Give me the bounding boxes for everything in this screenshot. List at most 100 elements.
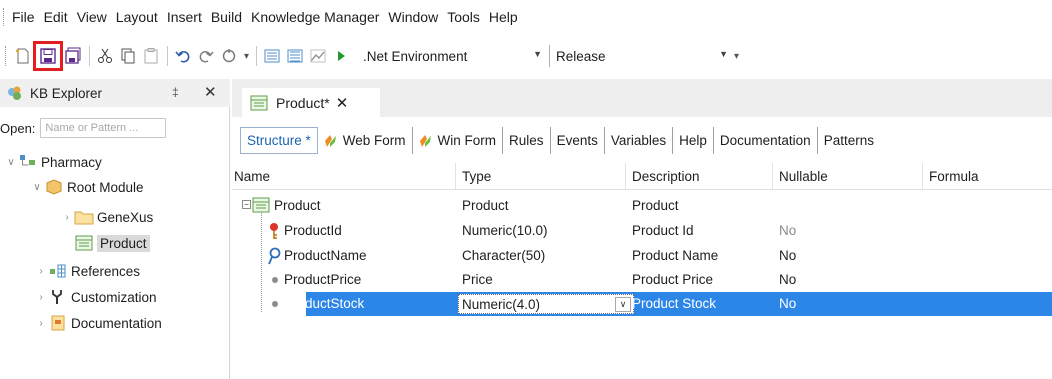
- menu-view[interactable]: View: [77, 9, 107, 25]
- open-row: Open: Name or Pattern ...: [0, 118, 167, 138]
- environment-select[interactable]: .Net Environment ▼: [357, 45, 546, 67]
- menu-tools[interactable]: Tools: [447, 9, 480, 25]
- table-row[interactable]: ProductId Numeric(10.0) Product Id No: [232, 219, 1052, 243]
- tree-item-genexus[interactable]: › GeneXus: [60, 206, 153, 228]
- tree-item-root-module[interactable]: ∨ Root Module: [30, 176, 144, 198]
- tab-label: Win Form: [437, 133, 497, 148]
- tab-web-form[interactable]: Web Form: [318, 127, 413, 154]
- tab-label: Web Form: [342, 133, 406, 148]
- row-name: Product: [274, 198, 321, 213]
- undo-icon[interactable]: [172, 45, 194, 67]
- column-header-formula[interactable]: Formula: [929, 169, 979, 184]
- row-type: Numeric(4.0): [462, 296, 541, 312]
- build-all-icon[interactable]: [284, 45, 306, 67]
- column-divider: [772, 163, 773, 190]
- row-type: Character(50): [462, 248, 546, 263]
- row-type: Price: [462, 272, 493, 287]
- menu-knowledge-manager[interactable]: Knowledge Manager: [251, 9, 379, 25]
- row-nullable: No: [779, 296, 797, 311]
- kb-root-icon: [18, 153, 38, 171]
- row-type: Numeric(10.0): [462, 223, 548, 238]
- tab-documentation[interactable]: Documentation: [714, 127, 818, 154]
- tree-item-product[interactable]: Product: [74, 232, 150, 254]
- row-description: Product Id: [632, 223, 694, 238]
- kb-explorer-title: KB Explorer: [30, 85, 103, 101]
- toolbar-separator: [256, 46, 258, 66]
- menu-file[interactable]: File: [12, 9, 35, 25]
- chevron-down-icon: ▼: [533, 49, 543, 59]
- menu-window[interactable]: Window: [388, 9, 438, 25]
- transaction-icon: [250, 95, 268, 111]
- type-combo-editor[interactable]: Numeric(4.0) ∨: [458, 294, 634, 314]
- tab-help[interactable]: Help: [673, 127, 714, 154]
- chevron-down-icon[interactable]: ∨: [4, 157, 18, 168]
- chevron-right-icon[interactable]: ›: [60, 212, 74, 223]
- tab-events[interactable]: Events: [551, 127, 605, 154]
- chevron-right-icon[interactable]: ›: [34, 318, 48, 329]
- save-all-icon[interactable]: [62, 45, 84, 67]
- menu-layout[interactable]: Layout: [116, 9, 158, 25]
- pin-icon[interactable]: ‡: [172, 85, 179, 99]
- primary-key-icon: [268, 222, 280, 240]
- tab-title: Product*: [276, 94, 330, 111]
- table-row[interactable]: − Product Product Product: [232, 194, 1052, 218]
- chevron-down-icon: ▼: [719, 49, 729, 59]
- tab-structure[interactable]: Structure *: [240, 127, 318, 154]
- row-name: ProductStock: [284, 296, 365, 311]
- tab-win-form[interactable]: Win Form: [413, 127, 504, 154]
- menu-edit[interactable]: Edit: [44, 9, 68, 25]
- configuration-select[interactable]: Release ▼: [549, 45, 732, 67]
- chevron-down-icon[interactable]: ∨: [615, 297, 631, 312]
- menu-grip: [3, 8, 6, 26]
- paste-icon[interactable]: [140, 45, 162, 67]
- part-tab-bar: Structure * Web Form Win Form Rules Even…: [240, 127, 880, 154]
- tree-label: GeneXus: [97, 209, 154, 225]
- tab-rules[interactable]: Rules: [503, 127, 551, 154]
- row-gap: [300, 292, 306, 316]
- redo-icon[interactable]: [195, 45, 217, 67]
- cut-icon[interactable]: [94, 45, 116, 67]
- menu-help[interactable]: Help: [489, 9, 518, 25]
- tab-variables[interactable]: Variables: [605, 127, 674, 154]
- collapse-icon[interactable]: −: [242, 200, 251, 209]
- menu-bar: File Edit View Layout Insert Build Knowl…: [0, 0, 1052, 34]
- tree-item-pharmacy[interactable]: ∨ Pharmacy: [4, 151, 102, 173]
- refresh-icon[interactable]: [218, 45, 240, 67]
- column-header-name[interactable]: Name: [234, 169, 270, 184]
- table-row[interactable]: ProductPrice Price Product Price No: [232, 268, 1052, 292]
- tree-label: Customization: [71, 289, 157, 305]
- save-icon[interactable]: [33, 41, 63, 71]
- tree-item-documentation[interactable]: › Documentation: [34, 312, 162, 334]
- tab-patterns[interactable]: Patterns: [818, 127, 880, 154]
- copy-icon[interactable]: [117, 45, 139, 67]
- menu-build[interactable]: Build: [211, 9, 242, 25]
- run-icon[interactable]: [330, 45, 352, 67]
- close-icon[interactable]: ✕: [336, 94, 349, 112]
- kb-explorer-icon: [6, 84, 24, 102]
- open-input[interactable]: Name or Pattern ...: [40, 118, 167, 138]
- tab-product[interactable]: Product* ✕: [242, 88, 380, 117]
- column-header-description[interactable]: Description: [632, 169, 700, 184]
- toolbar: ▾ .Net Environment ▼ Release ▼ ▾: [0, 41, 1052, 71]
- reorganize-icon[interactable]: [307, 45, 329, 67]
- column-header-type[interactable]: Type: [462, 169, 491, 184]
- toolbar-overflow-icon[interactable]: ▾: [734, 51, 739, 62]
- toolbar-overflow-icon[interactable]: ▾: [244, 51, 249, 62]
- tree-item-customization[interactable]: › Customization: [34, 286, 157, 308]
- menu-insert[interactable]: Insert: [167, 9, 202, 25]
- build-icon[interactable]: [261, 45, 283, 67]
- tree-item-references[interactable]: › References: [34, 260, 140, 282]
- genexus-form-icon: [419, 134, 433, 148]
- tree-label: Pharmacy: [41, 154, 102, 170]
- table-row[interactable]: ProductName Character(50) Product Name N…: [232, 244, 1052, 268]
- chevron-right-icon[interactable]: ›: [34, 292, 48, 303]
- column-header-nullable[interactable]: Nullable: [779, 169, 828, 184]
- configuration-value: Release: [556, 48, 606, 64]
- chevron-down-icon[interactable]: ∨: [30, 182, 44, 193]
- row-nullable: No: [779, 272, 797, 287]
- chevron-right-icon[interactable]: ›: [34, 266, 48, 277]
- table-row-selected[interactable]: ProductStock Numeric(4.0) ∨ Product Stoc…: [272, 292, 1052, 316]
- close-icon[interactable]: ✕: [204, 83, 217, 101]
- new-object-icon[interactable]: [12, 45, 34, 67]
- transaction-icon: [74, 234, 94, 252]
